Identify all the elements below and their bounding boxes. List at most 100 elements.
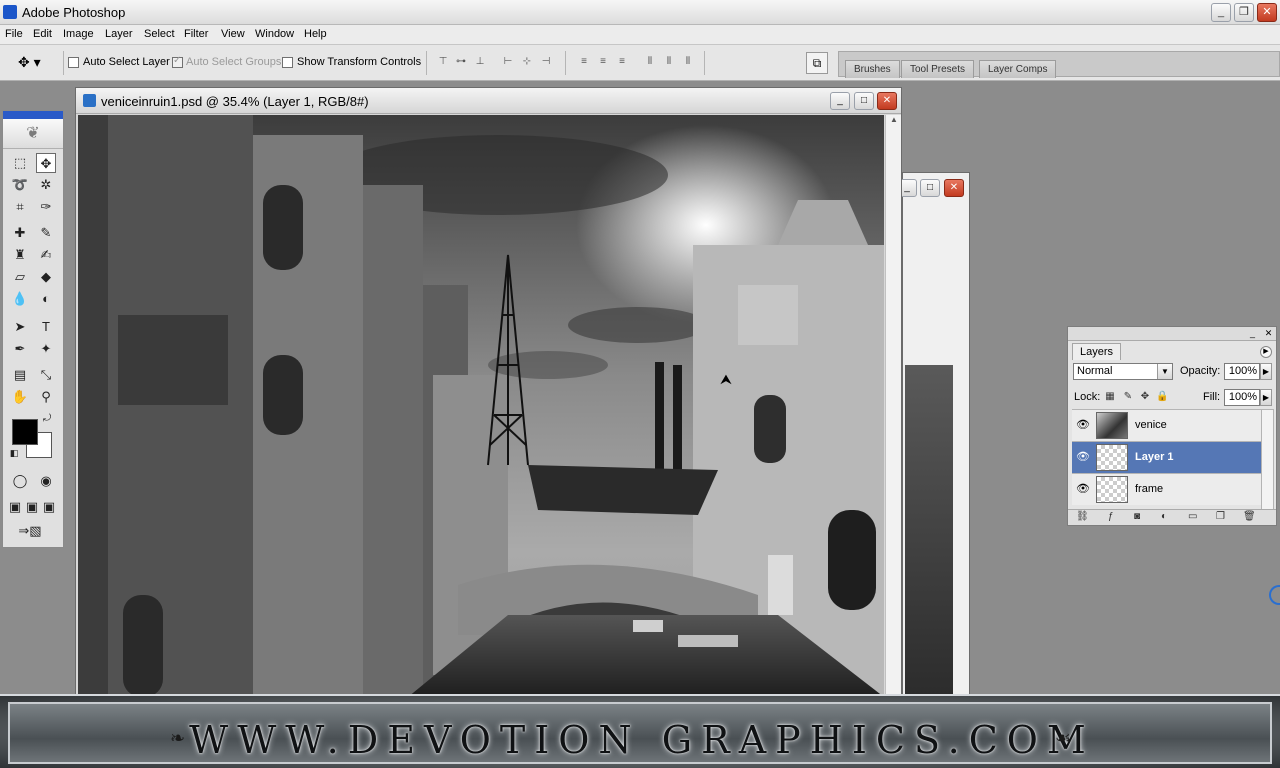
distribute-bottom-icon[interactable]: ≡ [615, 55, 629, 69]
distribute-top-icon[interactable]: ≡ [577, 55, 591, 69]
slice-tool-icon[interactable]: ✑ [36, 197, 56, 217]
eye-icon[interactable]: 👁 [1074, 450, 1092, 464]
align-horizontal-center-icon[interactable]: ⊹ [520, 55, 534, 69]
distribute-vertical-center-icon[interactable]: ≡ [596, 55, 610, 69]
layer-mask-icon[interactable]: ◙ [1134, 511, 1140, 522]
scroll-up-arrow-icon[interactable]: ▲ [886, 115, 902, 129]
type-tool-icon[interactable]: T [36, 317, 56, 337]
minimize-button[interactable]: _ [1211, 3, 1231, 22]
new-layer-icon[interactable]: ❐ [1216, 511, 1225, 522]
tab-tool-presets[interactable]: Tool Presets [901, 60, 975, 78]
menu-select[interactable]: Select [144, 28, 175, 40]
foreground-color-swatch[interactable] [12, 419, 38, 445]
layers-panel-minimize-icon[interactable]: _ [1247, 328, 1258, 339]
tab-brushes[interactable]: Brushes [845, 60, 900, 78]
move-tool-icon[interactable]: ✥ [36, 153, 56, 173]
document-maximize-button[interactable]: □ [854, 92, 874, 110]
tab-layer-comps[interactable]: Layer Comps [979, 60, 1057, 78]
swap-colors-icon[interactable]: ⤾ [40, 412, 54, 426]
layers-scrollbar[interactable] [1261, 409, 1274, 510]
healing-brush-tool-icon[interactable]: ✚ [10, 223, 30, 243]
chevron-down-icon[interactable]: ▼ [1157, 364, 1172, 379]
custom-shape-tool-icon[interactable]: ✦ [36, 339, 56, 359]
layers-panel-close-icon[interactable]: ✕ [1263, 328, 1274, 339]
opacity-field[interactable]: 100% [1224, 363, 1260, 380]
standard-mode-icon[interactable]: ◯ [10, 471, 30, 491]
blend-mode-select[interactable]: Normal ▼ [1073, 363, 1173, 380]
align-right-icon[interactable]: ⊣ [539, 55, 553, 69]
lock-position-icon[interactable]: ✥ [1139, 391, 1151, 403]
doc2-maximize-button[interactable]: □ [920, 179, 940, 197]
distribute-left-icon[interactable]: ⫴ [643, 55, 657, 69]
move-tool-preset-icon[interactable]: ✥ ▾ [18, 54, 56, 72]
background-document-window[interactable]: _ □ ✕ [897, 172, 970, 697]
feather-logo-icon[interactable]: ❦ [3, 119, 63, 149]
menu-image[interactable]: Image [63, 28, 94, 40]
layer-row-frame[interactable]: 👁 frame [1072, 473, 1261, 505]
menu-layer[interactable]: Layer [105, 28, 133, 40]
delete-layer-icon[interactable]: 🗑 [1243, 511, 1256, 522]
eyedropper-tool-icon[interactable]: ⤡ [36, 365, 56, 385]
menu-window[interactable]: Window [255, 28, 294, 40]
layer-style-icon[interactable]: ƒ [1108, 511, 1114, 522]
document-vertical-scrollbar[interactable]: ▲ [885, 115, 901, 697]
default-colors-icon[interactable]: ◧ [8, 447, 20, 459]
brush-tool-icon[interactable]: ✎ [36, 223, 56, 243]
lock-transparent-pixels-icon[interactable]: ▦ [1104, 391, 1116, 403]
dodge-tool-icon[interactable]: ◐ [36, 289, 56, 309]
align-top-icon[interactable]: ⊤ [436, 55, 450, 69]
clone-stamp-tool-icon[interactable]: ♜ [10, 245, 30, 265]
document-panel-icon[interactable]: ⧉ [806, 52, 828, 74]
full-screen-menu-mode-icon[interactable]: ▣ [24, 497, 40, 517]
hand-tool-icon[interactable]: ✋ [10, 387, 30, 407]
auto-select-layer-checkbox[interactable] [68, 57, 79, 68]
layer-row-layer-1[interactable]: 👁 Layer 1 [1072, 441, 1261, 473]
notes-tool-icon[interactable]: ▤ [10, 365, 30, 385]
doc2-close-button[interactable]: ✕ [944, 179, 964, 197]
align-bottom-icon[interactable]: ⊥ [473, 55, 487, 69]
menu-view[interactable]: View [221, 28, 245, 40]
eraser-tool-icon[interactable]: ▱ [10, 267, 30, 287]
paint-bucket-tool-icon[interactable]: ◆ [36, 267, 56, 287]
layer-row-venice[interactable]: 👁 venice [1072, 409, 1261, 441]
align-left-icon[interactable]: ⊢ [501, 55, 515, 69]
pen-tool-icon[interactable]: ✒ [10, 339, 30, 359]
document-title-bar[interactable]: veniceinruin1.psd @ 35.4% (Layer 1, RGB/… [76, 88, 901, 114]
menu-filter[interactable]: Filter [184, 28, 208, 40]
new-group-icon[interactable]: ▭ [1188, 511, 1197, 522]
zoom-tool-icon[interactable]: ⚲ [36, 387, 56, 407]
history-brush-tool-icon[interactable]: ✍ [36, 245, 56, 265]
magic-wand-tool-icon[interactable]: ✲ [36, 175, 56, 195]
fill-slider-arrow-icon[interactable]: ▶ [1260, 389, 1272, 406]
eye-icon[interactable]: 👁 [1074, 418, 1092, 432]
lock-image-pixels-icon[interactable]: ✎ [1122, 391, 1134, 403]
standard-screen-mode-icon[interactable]: ▣ [7, 497, 23, 517]
adjustment-layer-icon[interactable]: ◐ [1161, 511, 1167, 522]
crop-tool-icon[interactable]: ⌗ [10, 197, 30, 217]
menu-edit[interactable]: Edit [33, 28, 52, 40]
distribute-horizontal-center-icon[interactable]: ⫴ [662, 55, 676, 69]
toolbox-title-bar[interactable] [3, 111, 63, 119]
jump-to-imageready-icon[interactable]: ⇒▧ [10, 521, 50, 541]
full-screen-mode-icon[interactable]: ▣ [41, 497, 57, 517]
document-close-button[interactable]: ✕ [877, 92, 897, 110]
lasso-tool-icon[interactable]: ➰ [10, 175, 30, 195]
fill-field[interactable]: 100% [1224, 389, 1260, 406]
blur-tool-icon[interactable]: 💧 [10, 289, 30, 309]
menu-help[interactable]: Help [304, 28, 327, 40]
restore-button[interactable]: ❐ [1234, 3, 1254, 22]
marquee-tool-icon[interactable]: ⬚ [10, 153, 30, 173]
menu-file[interactable]: File [5, 28, 23, 40]
quick-mask-mode-icon[interactable]: ◉ [36, 471, 56, 491]
link-layers-icon[interactable]: ⛓ [1076, 511, 1089, 522]
opacity-slider-arrow-icon[interactable]: ▶ [1260, 363, 1272, 380]
eye-icon[interactable]: 👁 [1074, 482, 1092, 496]
document-canvas[interactable] [78, 115, 884, 697]
distribute-right-icon[interactable]: ⫴ [681, 55, 695, 69]
document-minimize-button[interactable]: _ [830, 92, 850, 110]
tab-layers[interactable]: Layers [1072, 343, 1122, 360]
path-selection-tool-icon[interactable]: ➤ [10, 317, 30, 337]
align-vertical-center-icon[interactable]: ⊶ [454, 55, 468, 69]
layers-panel-header[interactable]: _ ✕ [1068, 327, 1276, 341]
lock-all-icon[interactable]: 🔒 [1156, 391, 1168, 403]
